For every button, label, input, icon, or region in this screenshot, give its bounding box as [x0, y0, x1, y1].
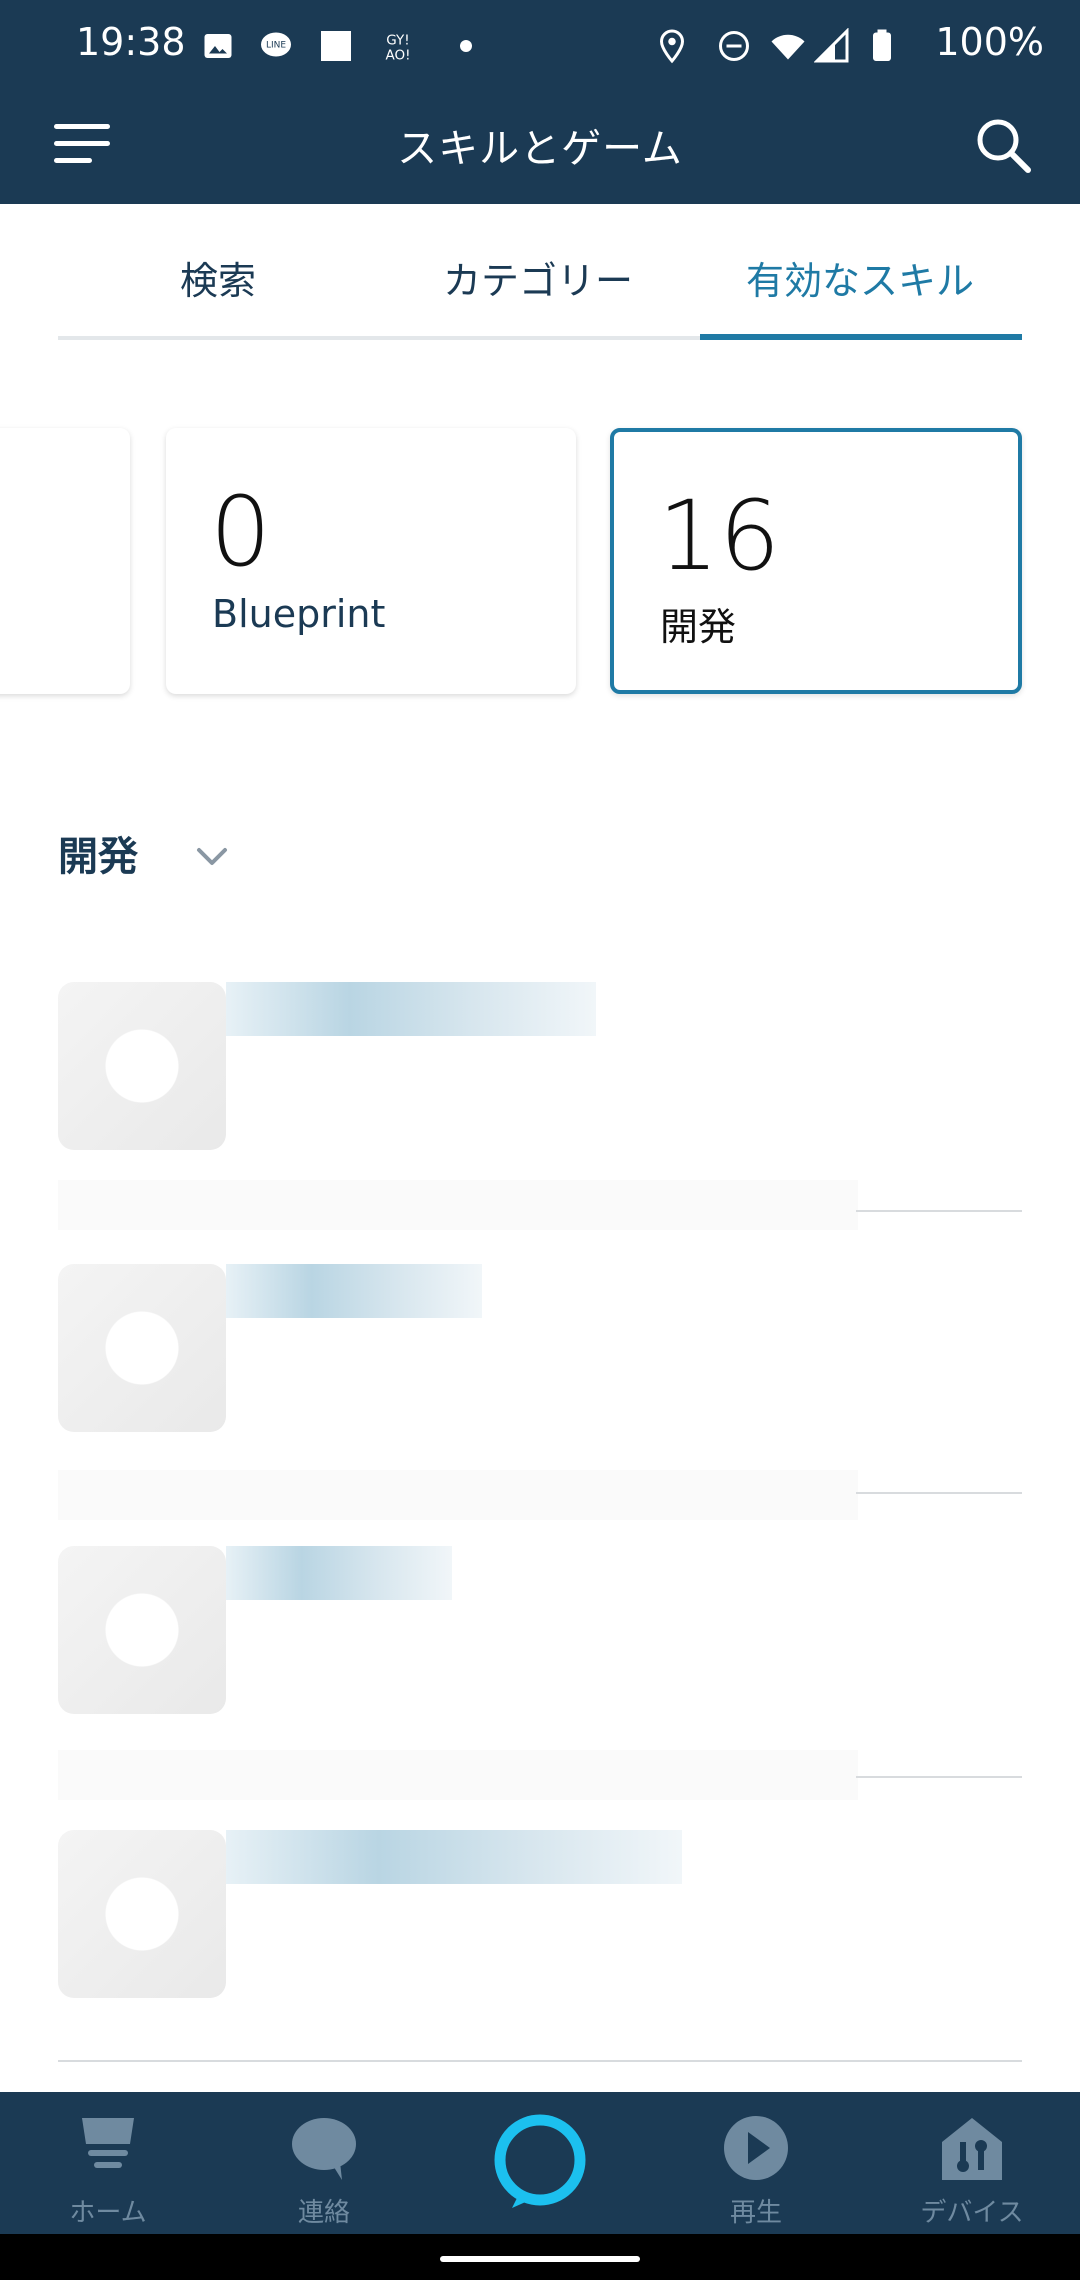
devices-icon [942, 2118, 1002, 2180]
list-item[interactable] [0, 920, 1080, 1230]
nav-play[interactable]: 再生 [648, 2092, 864, 2234]
list-item[interactable] [0, 1778, 1080, 1998]
chat-icon [292, 2118, 356, 2180]
chevron-down-icon[interactable] [196, 846, 228, 868]
bottom-navigation: ホーム 連絡 再生 デバイス [0, 2092, 1080, 2234]
do-not-disturb-icon [719, 31, 749, 61]
nav-alexa[interactable] [432, 2092, 648, 2234]
line-app-icon: LINE [261, 32, 291, 57]
battery-percent: 100% [935, 20, 1044, 64]
tab-categories[interactable]: カテゴリー [378, 250, 698, 305]
skill-title-redacted [226, 982, 596, 1036]
blueprint-count: 0 [210, 476, 272, 588]
nav-communicate-label: 連絡 [297, 2198, 350, 2228]
wifi-icon [771, 34, 805, 60]
alexa-icon [494, 2114, 586, 2208]
blueprint-card[interactable]: 0 Blueprint [166, 428, 576, 694]
home-gesture-handle[interactable] [440, 2256, 640, 2262]
app-bar: スキルとゲーム [0, 90, 1080, 204]
development-label: 開発 [660, 605, 737, 649]
nav-play-label: 再生 [729, 2198, 782, 2228]
nav-communicate[interactable]: 連絡 [216, 2092, 432, 2234]
play-icon [724, 2116, 788, 2180]
tab-search[interactable]: 検索 [58, 250, 378, 305]
nav-devices-label: デバイス [920, 2198, 1024, 2228]
status-bar: 19:38 LINE GY! AO! 100% [0, 0, 1080, 90]
nav-home-label: ホーム [69, 2198, 147, 2228]
skill-title-redacted [226, 1264, 482, 1318]
svg-text:LINE: LINE [266, 41, 286, 51]
system-navigation-bar [0, 2234, 1080, 2280]
svg-text:AO!: AO! [385, 48, 410, 64]
search-icon[interactable] [974, 116, 1034, 176]
square-notification-icon [321, 31, 351, 61]
skill-icon [58, 982, 226, 1150]
blueprint-label: Blueprint [212, 592, 386, 636]
section-title[interactable]: 開発 [58, 824, 138, 882]
skill-title-redacted [226, 1546, 452, 1600]
nav-home[interactable]: ホーム [0, 2092, 216, 2234]
svg-text:GY!: GY! [386, 33, 409, 49]
development-count: 16 [658, 480, 781, 592]
image-notification-icon [204, 34, 232, 58]
list-item[interactable] [0, 1494, 1080, 1800]
skill-icon [58, 1830, 226, 1998]
home-icon [82, 2118, 134, 2168]
battery-icon [873, 29, 891, 61]
skill-icon [58, 1546, 226, 1714]
list-item[interactable] [0, 1212, 1080, 1520]
skill-category-card-partial[interactable] [0, 428, 130, 694]
location-icon [659, 29, 685, 64]
active-tab-indicator [700, 334, 1022, 340]
gyao-app-icon: GY!AO! [385, 33, 410, 64]
skills-tabs: 検索 カテゴリー 有効なスキル [58, 204, 1022, 344]
nav-devices[interactable]: デバイス [864, 2092, 1080, 2234]
development-card[interactable]: 16 開発 [610, 428, 1022, 694]
skill-title-redacted [226, 1830, 682, 1884]
status-time: 19:38 [76, 20, 186, 64]
skill-icon [58, 1264, 226, 1432]
skill-list [0, 920, 1080, 2080]
divider [58, 2060, 1022, 2062]
more-notifications-dot-icon [460, 40, 472, 52]
cellular-signal-icon [814, 28, 849, 63]
page-title: スキルとゲーム [397, 126, 683, 172]
tab-enabled-skills[interactable]: 有効なスキル [700, 250, 1020, 305]
